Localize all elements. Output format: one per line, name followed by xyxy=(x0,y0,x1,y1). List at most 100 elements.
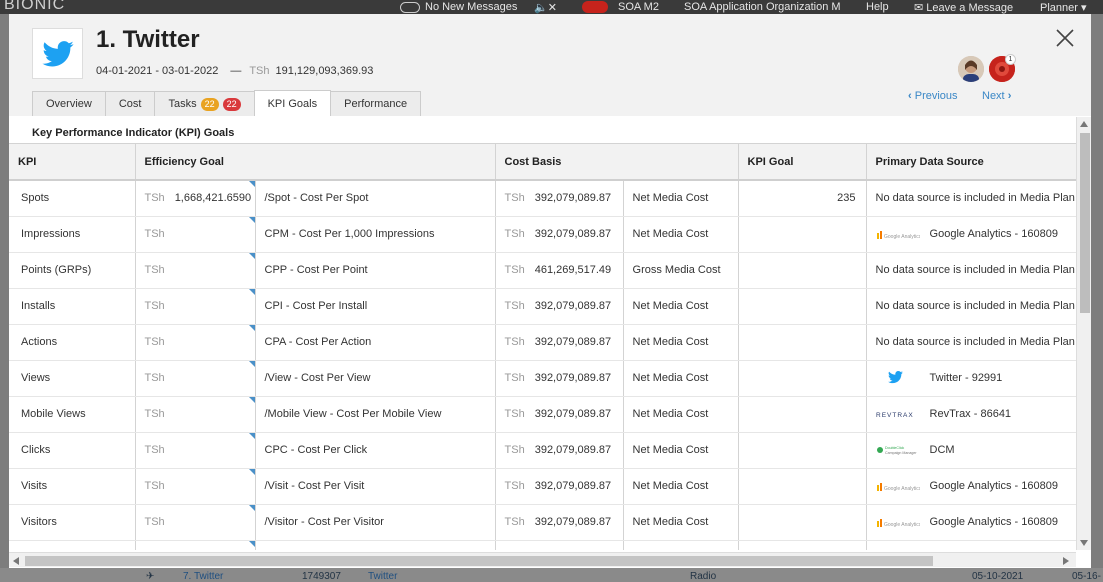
tab-overview[interactable]: Overview xyxy=(32,91,106,116)
cost-type: Net Media Cost xyxy=(623,504,739,541)
kpi-table-container: KPI Efficiency Goal Cost Basis KPI Goal … xyxy=(9,143,1076,550)
mute-icon[interactable]: 🔈✕ xyxy=(534,1,557,14)
primary-data-source[interactable]: No data source is included in Media Plan xyxy=(866,180,1076,217)
date-range: 04-01-2021 - 03-01-2022 xyxy=(96,65,219,77)
efficiency-goal-input[interactable]: TSh xyxy=(135,396,256,433)
table-row: Impressions TSh CPM - Cost Per 1,000 Impre… xyxy=(9,216,1076,253)
efficiency-goal-input[interactable]: TSh xyxy=(135,216,256,253)
edit-marker-icon xyxy=(248,468,254,475)
edit-marker-icon xyxy=(248,324,254,331)
cost-basis-value: TSh 461,269,517.49 xyxy=(495,252,624,289)
efficiency-goal-input[interactable]: TSh 1,668,421.6590 xyxy=(135,180,256,217)
source-label: Twitter - 92991 xyxy=(929,371,1003,384)
efficiency-goal-input[interactable]: TSh xyxy=(135,468,256,505)
kpi-goal-input[interactable] xyxy=(738,468,867,505)
primary-data-source[interactable]: DoubleClick Campaign Manager DCM xyxy=(866,432,1076,469)
primary-data-source[interactable]: Google Analytics Google Analytics - 16080… xyxy=(866,216,1076,253)
table-row: Views TSh/View - Cost Per View TSh 392,079,… xyxy=(9,360,1076,397)
currency-label: TSh xyxy=(144,336,165,348)
bg-row-date1: 05-10-2021 xyxy=(972,571,1024,582)
table-row: Installs TSh CPI - Cost Per Install TSh 392,… xyxy=(9,288,1076,325)
horizontal-scroll-thumb[interactable] xyxy=(25,556,933,566)
col-header-kpi-goal: KPI Goal xyxy=(738,144,867,181)
col-header-kpi: KPI xyxy=(9,144,136,181)
kpi-goal-input[interactable] xyxy=(738,432,867,469)
tab-tasks[interactable]: Tasks 22 22 xyxy=(154,91,255,116)
primary-data-source[interactable]: No data source is included in Media Plan xyxy=(866,252,1076,289)
efficiency-label: CPP - Cost Per Point xyxy=(255,252,496,289)
scroll-left-icon[interactable] xyxy=(13,557,19,565)
efficiency-goal-input[interactable]: TSh xyxy=(135,432,256,469)
kpi-goal-input[interactable] xyxy=(738,504,867,541)
scroll-down-icon[interactable] xyxy=(1080,540,1088,546)
primary-data-source[interactable]: Twitter - 92991 xyxy=(866,360,1076,397)
tab-kpi-goals[interactable]: KPI Goals xyxy=(253,90,332,116)
table-row: Visitors TSh/Visitor - Cost Per Visitor TS… xyxy=(9,504,1076,541)
bg-row-label[interactable]: 7. Twitter xyxy=(183,571,223,582)
notification-badge: 1 xyxy=(1005,54,1016,65)
tab-cost[interactable]: Cost xyxy=(104,91,156,116)
currency-label: TSh xyxy=(144,516,165,528)
modal-subline: 04-01-2021 - 03-01-2022 — TSh 191,129,093,3… xyxy=(96,65,373,77)
table-row: Actions TSh CPA - Cost Per Action TSh 392,07… xyxy=(9,324,1076,361)
efficiency-goal-input[interactable]: TSh xyxy=(135,504,256,541)
kpi-goal-input[interactable] xyxy=(738,252,867,289)
tasks-badge-red: 22 xyxy=(222,97,241,111)
primary-data-source[interactable]: Google Analytics Google Analytics - 16080… xyxy=(866,504,1076,541)
kpi-name: Visits xyxy=(9,468,136,505)
primary-data-source[interactable]: No data source is included in Media Plan xyxy=(866,288,1076,325)
scroll-up-icon[interactable] xyxy=(1080,121,1088,127)
efficiency-goal-input[interactable]: TSh xyxy=(135,324,256,361)
cost-basis-value: TSh 392,079,089.87 xyxy=(495,288,624,325)
help-link[interactable]: Help xyxy=(866,1,889,13)
currency-label: TSh xyxy=(144,264,165,276)
currency-label: TSh xyxy=(144,228,165,240)
edit-marker-icon xyxy=(248,396,254,403)
envelope-icon: ✉ xyxy=(914,2,924,14)
vertical-scroll-thumb[interactable] xyxy=(1080,133,1090,313)
cost-type: Net Media Cost xyxy=(623,324,739,361)
efficiency-goal-input[interactable]: TSh xyxy=(135,288,256,325)
vertical-scrollbar[interactable] xyxy=(1076,117,1091,550)
horizontal-scrollbar[interactable] xyxy=(9,552,1076,567)
primary-data-source[interactable]: No data source is included in Media Plan xyxy=(866,324,1076,361)
org-short[interactable]: SOA M2 xyxy=(618,1,659,13)
leave-message-link[interactable]: ✉ Leave a Message xyxy=(914,1,1013,14)
next-link[interactable]: Next › xyxy=(982,90,1011,102)
kpi-goal-input[interactable] xyxy=(738,360,867,397)
kpi-goal-input[interactable]: 235 xyxy=(738,180,867,217)
source-label: No data source is included in Media Plan xyxy=(875,300,1075,312)
planner-menu[interactable]: Planner ▾ xyxy=(1040,1,1087,14)
kpi-goal-input[interactable] xyxy=(738,396,867,433)
messages-link[interactable]: No New Messages xyxy=(400,1,517,13)
previous-link[interactable]: ‹ Previous xyxy=(908,90,958,102)
kpi-goal-input[interactable] xyxy=(738,216,867,253)
currency-label: TSh xyxy=(504,372,525,384)
user-avatar[interactable] xyxy=(958,56,984,82)
kpi-name: Installs xyxy=(9,288,136,325)
efficiency-goal-value: 1,668,421.6590 xyxy=(174,192,252,205)
efficiency-goal-input[interactable]: TSh xyxy=(135,360,256,397)
primary-data-source[interactable]: REVTRAX RevTrax - 86641 xyxy=(866,396,1076,433)
org-full[interactable]: SOA Application Organization M xyxy=(684,1,841,13)
bg-row-vendor[interactable]: Twitter xyxy=(368,571,397,582)
primary-data-source[interactable]: Google Analytics Google Analytics - 16080… xyxy=(866,468,1076,505)
kpi-table: KPI Efficiency Goal Cost Basis KPI Goal … xyxy=(9,144,1076,550)
kpi-goal-input[interactable] xyxy=(738,288,867,325)
kpi-goal-input[interactable] xyxy=(738,324,867,361)
cost-basis-value: TSh 392,079,089.87 xyxy=(495,396,624,433)
currency-label: TSh xyxy=(504,300,525,312)
table-row: Points (GRPs) TSh CPP - Cost Per Point TSh 4… xyxy=(9,252,1076,289)
cost-type: Net Media Cost xyxy=(623,360,739,397)
modal-header: 1. Twitter 04-01-2021 - 03-01-2022 — TSh 19… xyxy=(9,14,1091,116)
close-button[interactable] xyxy=(1055,28,1075,48)
kpi-name: Clicks xyxy=(9,432,136,469)
efficiency-goal-input[interactable]: TSh xyxy=(135,252,256,289)
tab-performance[interactable]: Performance xyxy=(330,91,422,116)
currency-label: TSh xyxy=(249,65,270,77)
source-label: DCM xyxy=(929,443,955,456)
source-label: Google Analytics - 160809 xyxy=(929,227,1058,240)
svg-text:Google Analytics: Google Analytics xyxy=(884,486,920,492)
background-right-edge xyxy=(1091,14,1103,582)
scroll-right-icon[interactable] xyxy=(1063,557,1069,565)
